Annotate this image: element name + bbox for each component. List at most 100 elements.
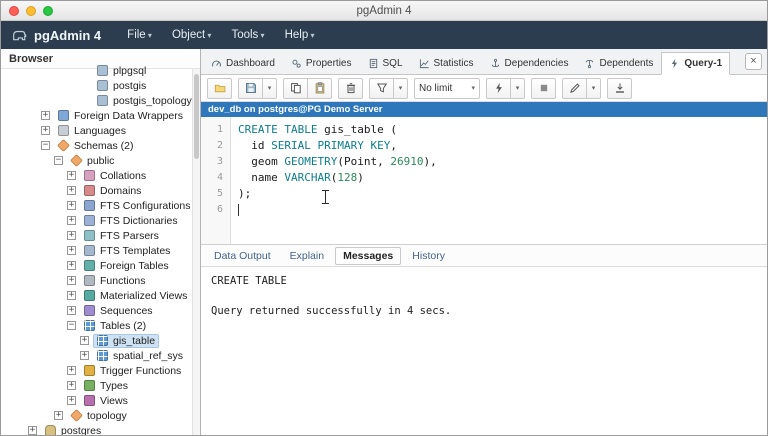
- tree-item-trigger-functions[interactable]: + Trigger Functions: [1, 363, 191, 378]
- tree-item-fts-dictionaries[interactable]: + FTS Dictionaries: [1, 213, 191, 228]
- tree-plus-expander-icon[interactable]: +: [67, 231, 76, 240]
- output-tab-data-output[interactable]: Data Output: [206, 247, 279, 265]
- close-panel-button[interactable]: ×: [745, 53, 762, 70]
- tree-item-fts-configurations[interactable]: + FTS Configurations: [1, 198, 191, 213]
- tree-item-types[interactable]: + Types: [1, 378, 191, 393]
- edit-options-button[interactable]: ▾: [586, 77, 601, 99]
- fts-config-icon: [84, 200, 95, 211]
- tree-plus-expander-icon[interactable]: +: [67, 291, 76, 300]
- save-options-button[interactable]: ▾: [262, 77, 277, 99]
- stop-icon: [538, 82, 550, 94]
- tree-item-schemas-2[interactable]: − Schemas (2): [1, 138, 191, 153]
- tree-item-sequences[interactable]: + Sequences: [1, 303, 191, 318]
- copy-button[interactable]: [283, 77, 308, 99]
- tab-dashboard[interactable]: Dashboard: [203, 52, 283, 75]
- tree-item-plpgsql[interactable]: plpgsql: [1, 63, 191, 78]
- tree-item-gis-table[interactable]: + gis_table: [1, 333, 191, 348]
- tree-plus-expander-icon[interactable]: +: [67, 246, 76, 255]
- funnel-icon: [376, 82, 388, 94]
- tree-node: FTS Configurations: [80, 199, 194, 213]
- menu-help[interactable]: Help: [275, 29, 325, 41]
- tree-item-fts-parsers[interactable]: + FTS Parsers: [1, 228, 191, 243]
- edit-button[interactable]: [562, 77, 587, 99]
- execute-options-button[interactable]: ▾: [510, 77, 525, 99]
- close-window-button[interactable]: [9, 5, 19, 16]
- row-limit-select[interactable]: No limit ▾: [414, 77, 480, 99]
- stop-query-button[interactable]: [531, 77, 556, 99]
- menu-file[interactable]: File: [117, 29, 162, 41]
- tab-properties[interactable]: Properties: [283, 52, 360, 75]
- tree-item-collations[interactable]: + Collations: [1, 168, 191, 183]
- tree-plus-expander-icon[interactable]: +: [67, 201, 76, 210]
- output-tab-explain[interactable]: Explain: [282, 247, 332, 265]
- tree-plus-expander-icon[interactable]: +: [67, 216, 76, 225]
- tab-sql[interactable]: SQL: [360, 52, 411, 75]
- tree-plus-expander-icon[interactable]: +: [54, 411, 63, 420]
- tree-item-topology[interactable]: + topology: [1, 408, 191, 423]
- tree-minus-expander-icon[interactable]: −: [67, 321, 76, 330]
- zoom-window-button[interactable]: [43, 5, 53, 16]
- output-tabbar: Data Output Explain Messages History: [201, 245, 767, 267]
- tree-item-postgis[interactable]: postgis: [1, 78, 191, 93]
- tree-item-tables-2[interactable]: − Tables (2): [1, 318, 191, 333]
- tree-item-functions[interactable]: + Functions: [1, 273, 191, 288]
- sql-editor[interactable]: 1 2 3 4 5 6 CREATE TABLE gis_table ( id SERIA…: [201, 117, 767, 245]
- menu-tools[interactable]: Tools: [221, 29, 274, 41]
- types-icon: [84, 380, 95, 391]
- tree-node: FTS Dictionaries: [80, 214, 182, 228]
- sidebar-scrollbar-thumb[interactable]: [194, 74, 199, 159]
- chevron-down-icon: ▾: [515, 85, 520, 92]
- tree-minus-expander-icon[interactable]: −: [41, 141, 50, 150]
- execute-query-button[interactable]: [486, 77, 511, 99]
- tree-plus-expander-icon[interactable]: +: [41, 126, 50, 135]
- tree-plus-expander-icon[interactable]: +: [67, 276, 76, 285]
- tree-plus-expander-icon[interactable]: +: [67, 366, 76, 375]
- tree-plus-expander-icon[interactable]: +: [67, 171, 76, 180]
- tab-statistics[interactable]: Statistics: [411, 52, 482, 75]
- tree-item-views[interactable]: + Views: [1, 393, 191, 408]
- download-icon: [614, 82, 626, 94]
- tree-item-postgis-topology[interactable]: postgis_topology: [1, 93, 192, 108]
- toolbar-group: [607, 77, 632, 99]
- tree-item-foreign-data-wrappers[interactable]: + Foreign Data Wrappers: [1, 108, 191, 123]
- minimize-window-button[interactable]: [26, 5, 36, 16]
- tree-item-domains[interactable]: + Domains: [1, 183, 191, 198]
- tree-item-spatial-ref-sys[interactable]: + spatial_ref_sys: [1, 348, 191, 363]
- filter-options-button[interactable]: ▾: [393, 77, 408, 99]
- tree-item-fts-templates[interactable]: + FTS Templates: [1, 243, 191, 258]
- output-tab-messages[interactable]: Messages: [335, 246, 402, 265]
- open-file-button[interactable]: [207, 77, 232, 99]
- tree-plus-expander-icon[interactable]: +: [67, 396, 76, 405]
- tree-item-foreign-tables[interactable]: + Foreign Tables: [1, 258, 191, 273]
- tree-item-public[interactable]: − public: [1, 153, 191, 168]
- tree-plus-expander-icon[interactable]: +: [80, 336, 89, 345]
- tree-item-languages[interactable]: + Languages: [1, 123, 191, 138]
- tree-node: spatial_ref_sys: [93, 349, 187, 363]
- tab-query-1[interactable]: Query-1: [661, 52, 731, 75]
- tree-plus-expander-icon[interactable]: +: [80, 351, 89, 360]
- tree-plus-expander-icon[interactable]: +: [67, 381, 76, 390]
- tree-item-postgres[interactable]: + postgres: [1, 423, 191, 435]
- tree-plus-expander-icon[interactable]: +: [67, 261, 76, 270]
- tree-item-label: gis_table: [113, 334, 156, 347]
- tree-item-label: spatial_ref_sys: [113, 349, 184, 362]
- delete-drop-button[interactable]: [338, 77, 363, 99]
- tree-plus-expander-icon[interactable]: +: [28, 426, 37, 435]
- tree-node: FTS Templates: [80, 244, 174, 258]
- tab-dependents[interactable]: Dependents: [576, 52, 661, 75]
- menu-object[interactable]: Object: [162, 29, 222, 41]
- paste-button[interactable]: [307, 77, 332, 99]
- sidebar-scrollbar[interactable]: [192, 69, 200, 435]
- tab-dependencies[interactable]: Dependencies: [482, 52, 577, 75]
- filter-button[interactable]: [369, 77, 394, 99]
- tree-plus-expander-icon[interactable]: +: [41, 111, 50, 120]
- download-results-button[interactable]: [607, 77, 632, 99]
- tab-label: Properties: [305, 58, 352, 69]
- tree-item-materialized-views[interactable]: + Materialized Views: [1, 288, 191, 303]
- output-tab-history[interactable]: History: [404, 247, 453, 265]
- editor-code-area[interactable]: CREATE TABLE gis_table ( id SERIAL PRIMA…: [231, 117, 767, 244]
- tree-plus-expander-icon[interactable]: +: [67, 186, 76, 195]
- save-button[interactable]: [238, 77, 263, 99]
- tree-minus-expander-icon[interactable]: −: [54, 156, 63, 165]
- tree-plus-expander-icon[interactable]: +: [67, 306, 76, 315]
